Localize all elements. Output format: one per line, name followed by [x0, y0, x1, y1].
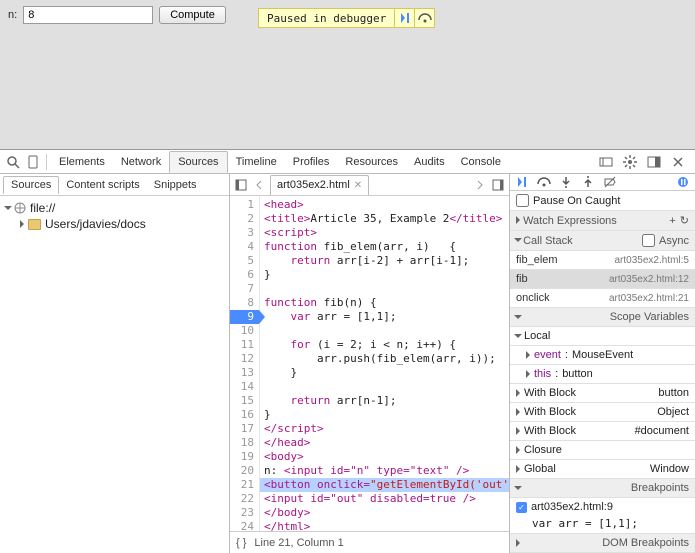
step-out-icon[interactable] [580, 174, 596, 190]
sidebar-toggle-icon[interactable] [489, 176, 507, 194]
settings-icon[interactable] [621, 153, 639, 171]
navigator-tab[interactable]: Content scripts [59, 177, 146, 193]
scope-var[interactable]: event: MouseEvent [510, 346, 695, 365]
editor-tab[interactable]: art035ex2.html ✕ [270, 175, 369, 195]
dom-breakpoints-header[interactable]: DOM Breakpoints [510, 534, 695, 553]
devtools-tab-audits[interactable]: Audits [406, 152, 453, 172]
nav-back-icon[interactable] [250, 176, 268, 194]
scope-global[interactable]: GlobalWindow [510, 460, 695, 479]
file-tree[interactable]: file:// Users/jdavies/docs [0, 196, 229, 553]
label-n: n: [8, 9, 17, 21]
tree-folder-label: Users/jdavies/docs [45, 217, 146, 231]
line-gutter[interactable]: 1234567891011121314151617181920212223242… [230, 196, 260, 531]
breakpoints-header[interactable]: Breakpoints [510, 479, 695, 498]
chevron-right-icon [526, 370, 530, 378]
disclosure-icon[interactable] [20, 220, 24, 228]
chevron-right-icon [516, 465, 520, 473]
dock-icon[interactable] [645, 153, 663, 171]
editor-pane: art035ex2.html ✕ 12345678910111213141516… [230, 174, 510, 553]
devtools: ElementsNetworkSourcesTimelineProfilesRe… [0, 150, 695, 553]
step-into-icon[interactable] [558, 174, 574, 190]
devtools-tab-profiles[interactable]: Profiles [285, 152, 338, 172]
devtools-tab-elements[interactable]: Elements [51, 152, 113, 172]
scope-var[interactable]: this: button [510, 365, 695, 384]
callstack-frame[interactable]: fib_elemart035ex2.html:5 [510, 251, 695, 270]
devtools-tabs: ElementsNetworkSourcesTimelineProfilesRe… [51, 150, 509, 174]
devtools-tab-console[interactable]: Console [453, 152, 509, 172]
add-watch-icon[interactable]: + [669, 215, 675, 227]
debugger-paused-badge: Paused in debugger [258, 8, 435, 28]
scope-local[interactable]: Local [510, 327, 695, 346]
navigator-tabs: SourcesContent scriptsSnippets [0, 174, 229, 196]
scope-header[interactable]: Scope Variables [510, 308, 695, 327]
cursor-position: Line 21, Column 1 [254, 537, 343, 549]
nav-toggle-icon[interactable] [232, 176, 250, 194]
editor-tab-label: art035ex2.html [277, 179, 350, 191]
chevron-right-icon [516, 539, 520, 547]
debugger-sidebar: Pause On Caught Watch Expressions +↻ Cal… [510, 174, 695, 553]
code-area[interactable]: <head><title>Article 35, Example 2</titl… [260, 196, 509, 531]
chevron-down-icon [514, 238, 522, 242]
chevron-right-icon [526, 351, 530, 359]
editor-statusbar: { } Line 21, Column 1 [230, 531, 509, 553]
drawer-icon[interactable] [597, 153, 615, 171]
chevron-down-icon [514, 315, 522, 319]
breakpoint-item[interactable]: ✓art035ex2.html:9 var arr = [1,1]; [510, 498, 695, 534]
navigator-pane: SourcesContent scriptsSnippets file:// U… [0, 174, 230, 553]
devtools-tab-network[interactable]: Network [113, 152, 169, 172]
breakpoint-code: var arr = [1,1]; [516, 517, 638, 530]
close-devtools-icon[interactable] [669, 153, 687, 171]
devtools-toolbar: ElementsNetworkSourcesTimelineProfilesRe… [0, 150, 695, 174]
devtools-tab-timeline[interactable]: Timeline [228, 152, 285, 172]
navigator-tab[interactable]: Sources [3, 176, 59, 194]
step-over-icon[interactable] [414, 9, 434, 27]
scope-closure[interactable]: Closure [510, 441, 695, 460]
pause-on-caught-label: Pause On Caught [533, 195, 620, 207]
resume-icon[interactable] [394, 9, 414, 27]
folder-icon [28, 219, 41, 230]
async-checkbox[interactable] [642, 234, 655, 247]
devtools-tab-resources[interactable]: Resources [337, 152, 406, 172]
step-over-icon[interactable] [536, 174, 552, 190]
pause-on-caught-checkbox[interactable] [516, 194, 529, 207]
tree-root-label: file:// [30, 201, 55, 215]
tree-root[interactable]: file:// [6, 200, 223, 216]
callstack-frame[interactable]: onclickart035ex2.html:21 [510, 289, 695, 308]
nav-forward-icon[interactable] [471, 176, 489, 194]
globe-icon [14, 202, 26, 214]
chevron-down-icon [514, 334, 522, 338]
editor-tabbar: art035ex2.html ✕ [230, 174, 509, 196]
scope-with-block[interactable]: With BlockObject [510, 403, 695, 422]
scope-with-block[interactable]: With Block#document [510, 422, 695, 441]
navigator-tab[interactable]: Snippets [147, 177, 204, 193]
page-content: n: Compute Paused in debugger [0, 0, 695, 150]
tree-folder[interactable]: Users/jdavies/docs [6, 216, 223, 232]
breakpoint-checkbox[interactable]: ✓ [516, 502, 527, 513]
callstack-header[interactable]: Call Stack Async [510, 231, 695, 251]
refresh-icon[interactable]: ↻ [680, 214, 689, 227]
n-input[interactable] [23, 6, 153, 24]
inspect-icon[interactable] [4, 153, 22, 171]
chevron-right-icon [516, 216, 520, 224]
close-icon[interactable]: ✕ [354, 180, 362, 191]
disclosure-icon[interactable] [4, 206, 12, 210]
pause-exceptions-icon[interactable] [675, 174, 691, 190]
debugger-toolbar [510, 174, 695, 191]
device-icon[interactable] [24, 153, 42, 171]
watch-header[interactable]: Watch Expressions +↻ [510, 211, 695, 231]
deactivate-breakpoints-icon[interactable] [602, 174, 618, 190]
callstack-frame[interactable]: fibart035ex2.html:12 [510, 270, 695, 289]
debugger-paused-text: Paused in debugger [259, 10, 394, 27]
scope-with-block[interactable]: With Blockbutton [510, 384, 695, 403]
compute-button[interactable]: Compute [159, 6, 226, 24]
pretty-print-icon[interactable]: { } [236, 537, 246, 549]
code-editor[interactable]: 1234567891011121314151617181920212223242… [230, 196, 509, 531]
chevron-down-icon [514, 486, 522, 490]
chevron-right-icon [516, 446, 520, 454]
resume-icon[interactable] [514, 174, 530, 190]
pause-on-caught-row[interactable]: Pause On Caught [510, 191, 695, 211]
devtools-tab-sources[interactable]: Sources [169, 151, 227, 173]
